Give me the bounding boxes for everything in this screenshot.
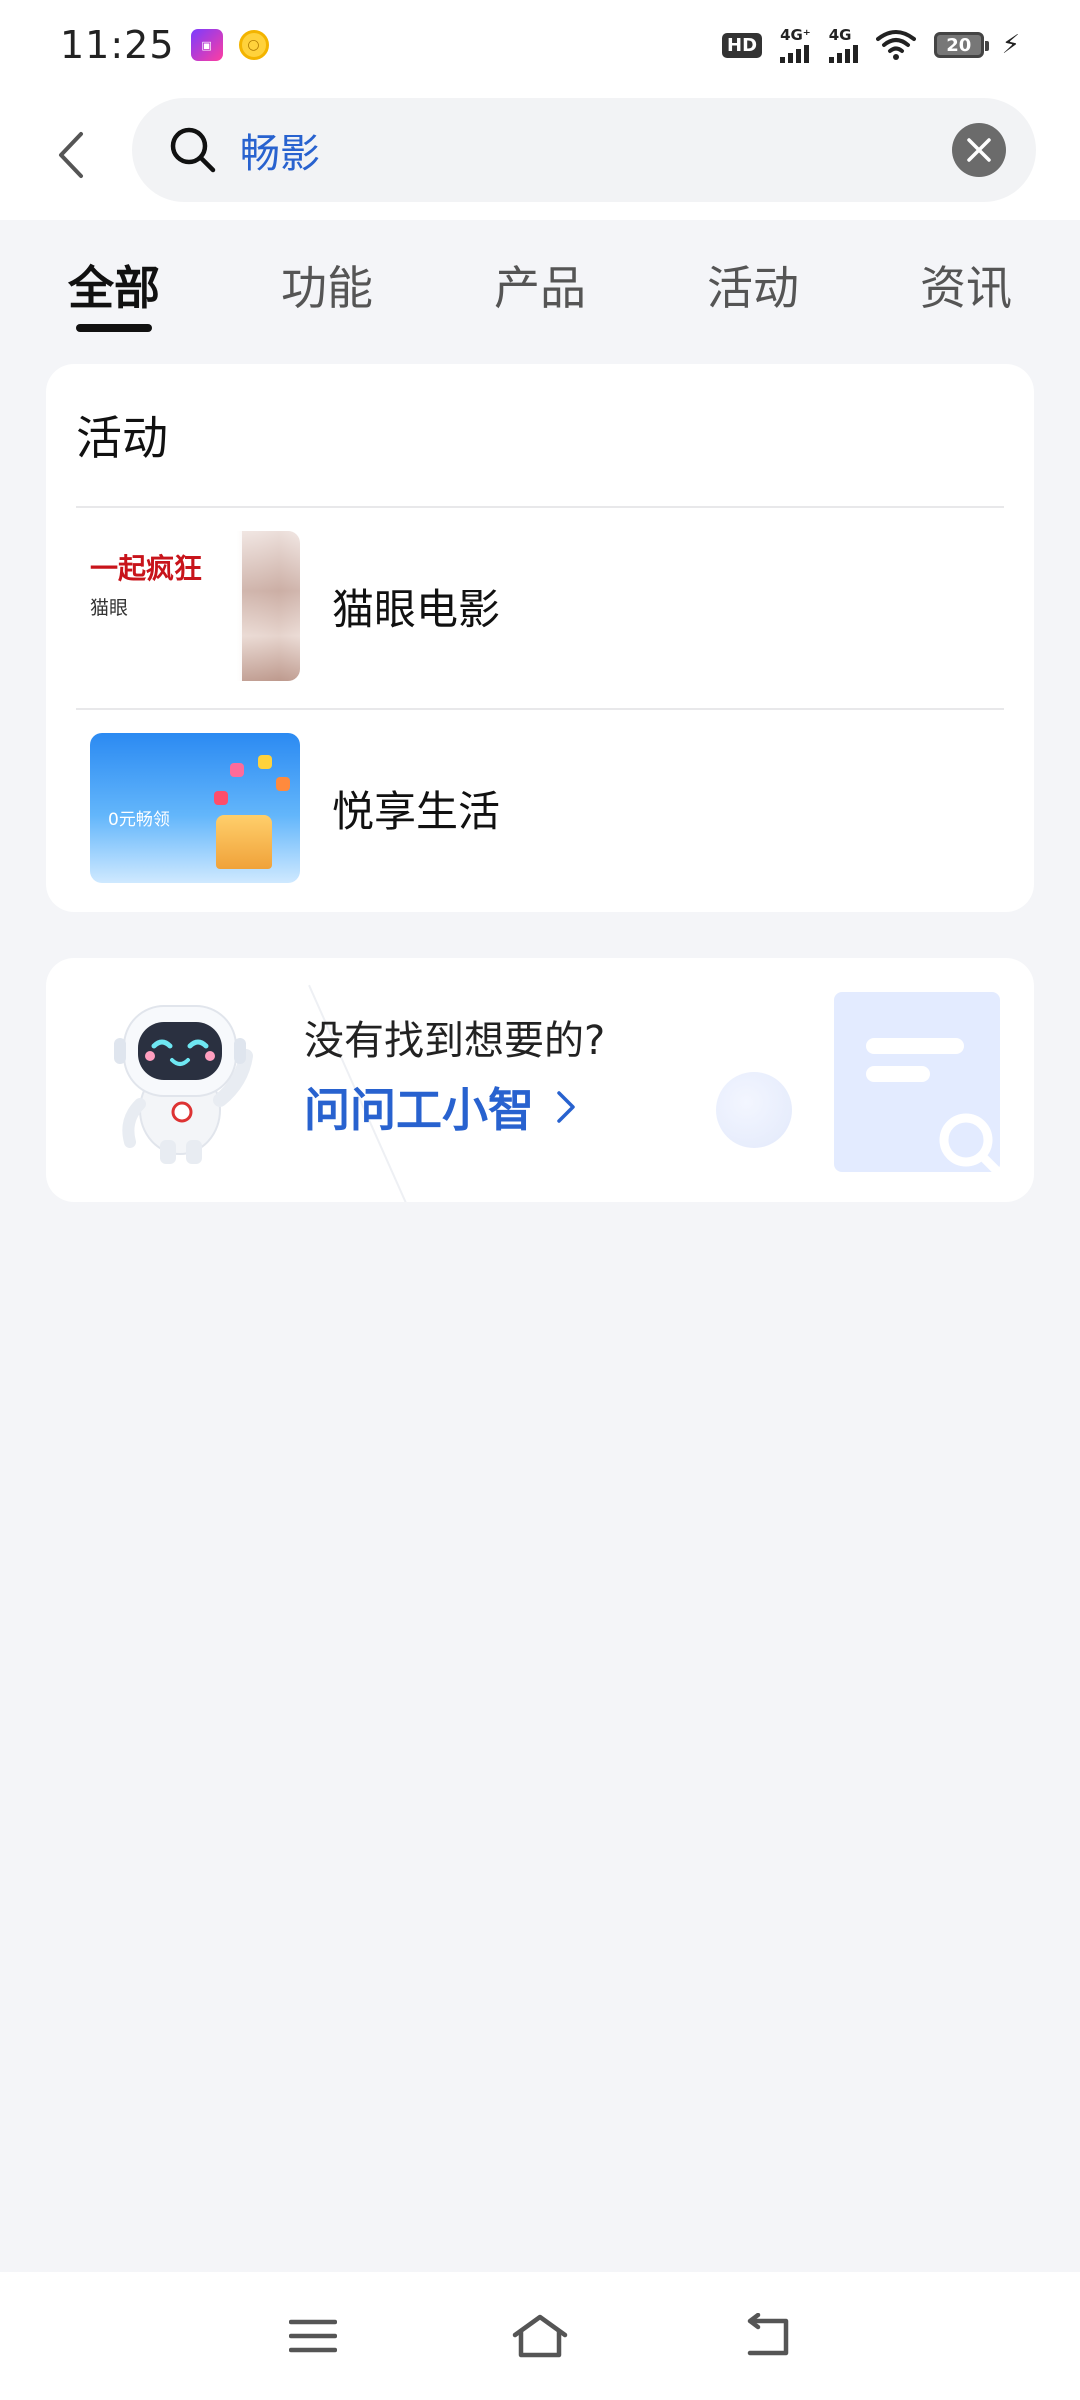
status-bar: 11:25 ▣ ○ HD 4G⁺ 4G 20 ⚡ xyxy=(0,0,1080,90)
list-item-label: 猫眼电影 xyxy=(332,584,501,634)
clear-circle-icon xyxy=(967,138,991,162)
status-left: 11:25 ▣ ○ xyxy=(60,23,269,67)
back-icon xyxy=(747,2313,788,2356)
result-tabs: 全部 功能 产品 活动 资讯 xyxy=(0,220,1080,350)
tab-features[interactable]: 功能 xyxy=(281,220,373,350)
signal-icon xyxy=(780,44,810,63)
chevron-right-icon xyxy=(557,1091,575,1123)
network-4g: 4G xyxy=(828,25,858,63)
search-header: 畅影 xyxy=(0,90,1080,220)
assistant-link-label: 问问工小智 xyxy=(304,1083,534,1137)
app-notification-icon: ▣ xyxy=(190,29,223,61)
coin-icon: ○ xyxy=(238,30,269,60)
tab-activities[interactable]: 活动 xyxy=(707,220,799,350)
gift-pile-icon xyxy=(216,815,272,869)
robot-assistant-icon xyxy=(114,1005,253,1164)
sticker-icon xyxy=(214,791,228,805)
battery-level: 20 xyxy=(946,34,972,56)
hd-badge: HD xyxy=(722,32,763,58)
wifi-icon xyxy=(875,30,916,60)
signal-icon xyxy=(828,44,858,63)
sticker-icon xyxy=(276,777,290,791)
magnifier-icon xyxy=(939,1113,1007,1181)
section-title: 活动 xyxy=(76,411,168,465)
sticker-icon xyxy=(230,763,244,777)
battery-icon: 20 xyxy=(933,32,989,58)
list-item-yuexiang[interactable]: 0元畅领 悦享生活 xyxy=(76,710,1004,906)
maoyan-thumbnail: 一起疯狂 猫眼 xyxy=(90,531,300,681)
home-button[interactable] xyxy=(500,2296,580,2376)
thumbnail-title: 一起疯狂 xyxy=(90,552,203,585)
search-icon xyxy=(168,125,218,175)
home-icon xyxy=(512,2314,568,2358)
tab-all[interactable]: 全部 xyxy=(68,220,160,350)
thumbnail-subtitle: 猫眼 xyxy=(90,597,129,619)
list-item-label: 悦享生活 xyxy=(332,786,501,836)
search-input[interactable]: 畅影 xyxy=(132,98,1036,202)
system-navigation-bar xyxy=(0,2272,1080,2400)
thumbnail-title: 0元畅领 xyxy=(108,810,170,830)
sticker-icon xyxy=(258,755,272,769)
thumbnail-figure xyxy=(242,531,300,681)
status-right: HD 4G⁺ 4G 20 ⚡ xyxy=(722,25,1020,63)
activity-results-card: 活动 一起疯狂 猫眼 猫眼电影 0元畅领 悦享生活 xyxy=(46,364,1034,912)
search-query[interactable]: 畅影 xyxy=(240,121,952,179)
assistant-question: 没有找到想要的? xyxy=(304,1018,606,1064)
menu-button[interactable] xyxy=(273,2296,353,2376)
tab-products[interactable]: 产品 xyxy=(494,220,586,350)
doc-line xyxy=(866,1038,964,1054)
network-label: 4G xyxy=(828,25,852,44)
charging-icon: ⚡ xyxy=(1001,30,1020,60)
ask-assistant-link[interactable]: 问问工小智 xyxy=(304,1074,576,1140)
chevron-left-icon xyxy=(59,132,83,178)
network-label: 4G⁺ xyxy=(780,25,811,44)
assistant-card[interactable]: 没有找到想要的? 问问工小智 xyxy=(46,958,1034,1202)
status-time: 11:25 xyxy=(60,23,175,67)
yuexiang-thumbnail: 0元畅领 xyxy=(90,733,300,883)
back-button[interactable] xyxy=(40,120,100,190)
network-4g-plus: 4G⁺ xyxy=(780,25,811,63)
back-nav-button[interactable] xyxy=(727,2296,807,2376)
clear-search-button[interactable] xyxy=(952,123,1006,177)
document-search-icon xyxy=(834,992,1007,1181)
tab-news[interactable]: 资讯 xyxy=(920,220,1012,350)
decorative-bubble xyxy=(716,1072,792,1148)
menu-icon xyxy=(289,2319,338,2353)
doc-line xyxy=(866,1066,930,1082)
list-item-maoyan[interactable]: 一起疯狂 猫眼 猫眼电影 xyxy=(76,508,1004,704)
